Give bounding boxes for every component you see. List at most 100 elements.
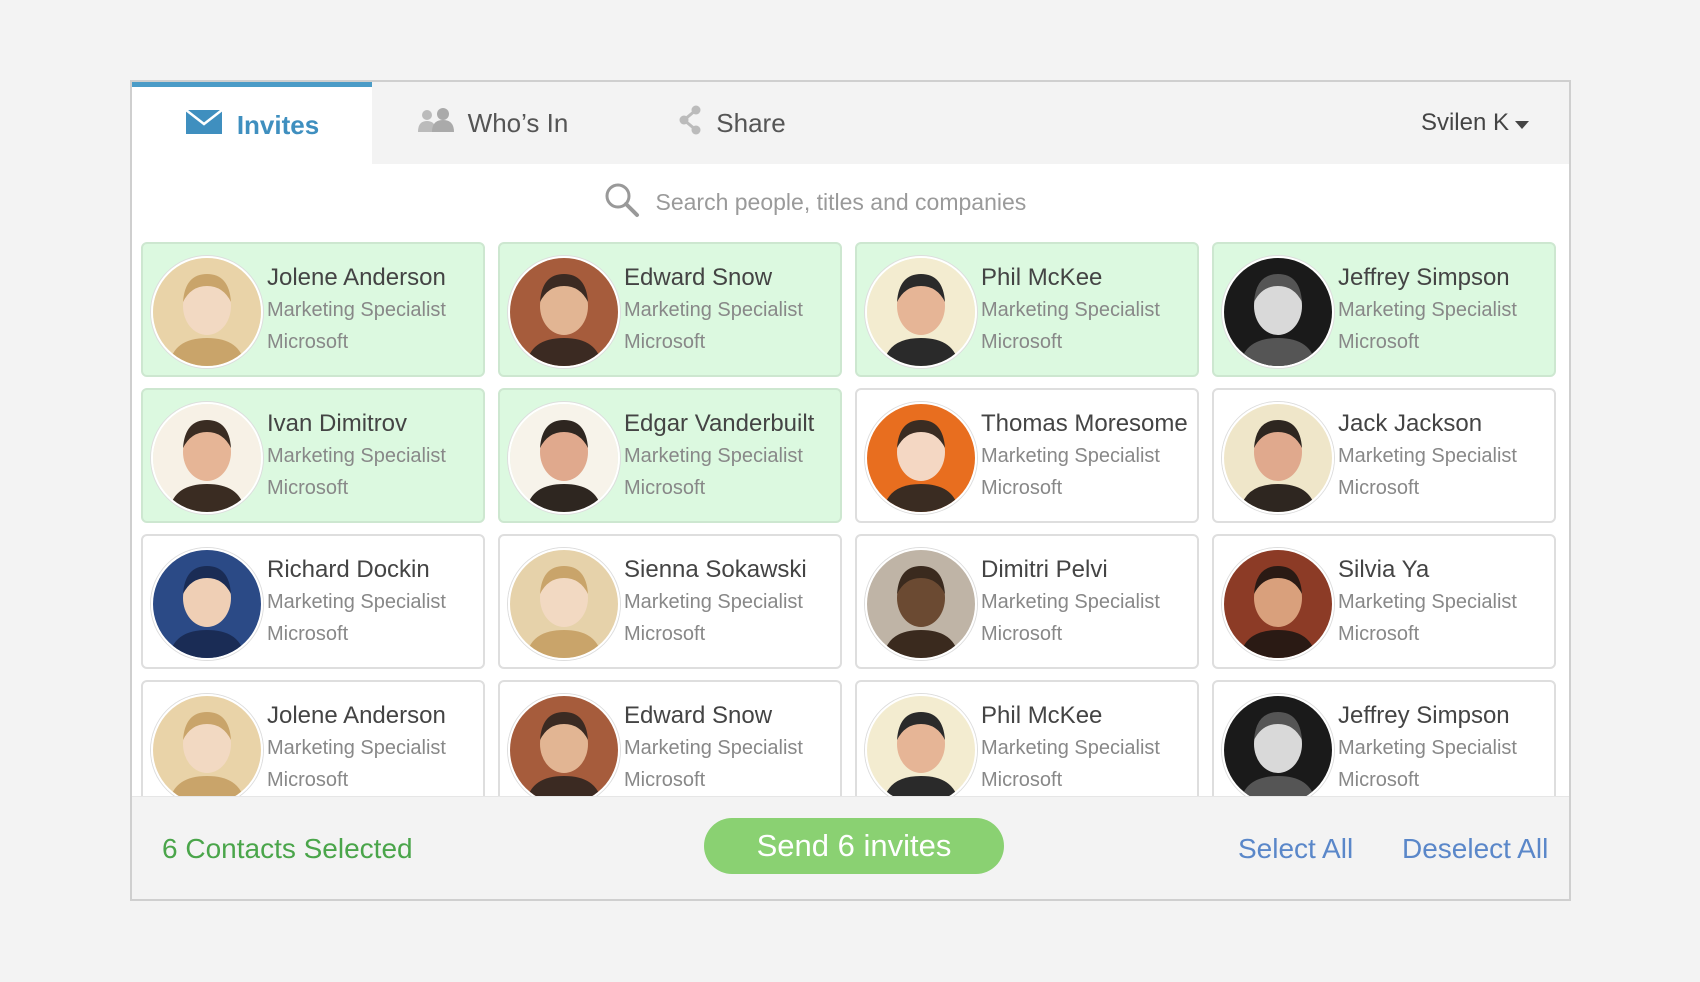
contact-company: Microsoft	[267, 477, 349, 499]
send-invites-button[interactable]: Send 6 invites	[704, 818, 1004, 874]
contact-info: Silvia Ya Marketing Specialist Microsoft	[1338, 554, 1517, 650]
contact-name: Thomas Moresome	[981, 410, 1188, 437]
deselect-all-link[interactable]: Deselect All	[1402, 833, 1548, 865]
contact-title: Marketing Specialist	[1338, 591, 1517, 613]
contact-company: Microsoft	[981, 331, 1063, 353]
avatar	[508, 402, 620, 514]
avatar	[151, 402, 263, 514]
contact-card[interactable]: Richard Dockin Marketing Specialist Micros…	[141, 534, 485, 669]
contact-company: Microsoft	[624, 477, 706, 499]
tab-bar: Invites Who’s In Share Svilen K	[132, 82, 1569, 164]
contact-company: Microsoft	[1338, 331, 1420, 353]
contact-title: Marketing Specialist	[981, 299, 1160, 321]
contact-info: Edgar Vanderbuilt Marketing Specialist Mic…	[624, 408, 814, 504]
selected-count: 6 Contacts Selected	[162, 833, 413, 864]
contact-card[interactable]: Phil McKee Marketing Specialist Microsoft	[855, 242, 1199, 377]
contact-card[interactable]: Jeffrey Simpson Marketing Specialist Micro…	[1212, 242, 1556, 377]
contact-name: Sienna Sokawski	[624, 556, 807, 583]
contact-card[interactable]: Edgar Vanderbuilt Marketing Specialist Mic…	[498, 388, 842, 523]
contact-card[interactable]: Jeffrey Simpson Marketing Specialist Micro…	[1212, 680, 1556, 802]
share-icon	[678, 105, 702, 142]
contact-card[interactable]: Edward Snow Marketing Specialist Microsoft	[498, 680, 842, 802]
contact-company: Microsoft	[267, 769, 349, 791]
contact-card[interactable]: Jack Jackson Marketing Specialist Microsof…	[1212, 388, 1556, 523]
avatar	[151, 256, 263, 368]
tab-invites[interactable]: Invites	[132, 82, 372, 164]
footer-bar: 6 Contacts Selected Send 6 invites Selec…	[132, 796, 1569, 899]
contact-company: Microsoft	[624, 623, 706, 645]
search-input[interactable]	[653, 187, 1098, 217]
contact-title: Marketing Specialist	[624, 737, 803, 759]
contact-info: Jeffrey Simpson Marketing Specialist Micro…	[1338, 700, 1517, 796]
contact-card[interactable]: Edward Snow Marketing Specialist Microsoft	[498, 242, 842, 377]
contact-name: Richard Dockin	[267, 556, 430, 583]
contact-info: Jolene Anderson Marketing Specialist Micro…	[267, 262, 446, 358]
contact-card[interactable]: Jolene Anderson Marketing Specialist Micro…	[141, 242, 485, 377]
avatar	[508, 548, 620, 660]
contact-name: Edward Snow	[624, 264, 773, 291]
contact-company: Microsoft	[624, 769, 706, 791]
contact-title: Marketing Specialist	[981, 445, 1160, 467]
contact-card[interactable]: Dimitri Pelvi Marketing Specialist Microso…	[855, 534, 1199, 669]
contact-card[interactable]: Silvia Ya Marketing Specialist Microsoft	[1212, 534, 1556, 669]
avatar	[865, 548, 977, 660]
avatar	[865, 256, 977, 368]
contact-title: Marketing Specialist	[1338, 299, 1517, 321]
user-name: Svilen K	[1420, 109, 1509, 136]
contact-company: Microsoft	[1338, 623, 1420, 645]
contact-card[interactable]: Sienna Sokawski Marketing Specialist Micro…	[498, 534, 842, 669]
contact-company: Microsoft	[981, 769, 1063, 791]
user-menu[interactable]: Svilen K	[1421, 82, 1529, 164]
avatar	[508, 694, 620, 802]
contact-card[interactable]: Phil McKee Marketing Specialist Microsoft	[855, 680, 1199, 802]
avatar	[151, 548, 263, 660]
contact-title: Marketing Specialist	[624, 591, 803, 613]
contact-info: Phil McKee Marketing Specialist Microsoft	[981, 262, 1160, 358]
contact-info: Edward Snow Marketing Specialist Microsoft	[624, 700, 803, 796]
contact-title: Marketing Specialist	[981, 737, 1160, 759]
contact-name: Phil McKee	[981, 702, 1103, 729]
contact-company: Microsoft	[981, 477, 1063, 499]
contact-title: Marketing Specialist	[267, 445, 446, 467]
contact-title: Marketing Specialist	[267, 737, 446, 759]
avatar	[1222, 256, 1334, 368]
tab-whos-in[interactable]: Who’s In	[372, 82, 612, 164]
contact-info: Ivan Dimitrov Marketing Specialist Microso…	[267, 408, 446, 504]
invite-panel: Invites Who’s In Share Svilen K Search p…	[130, 80, 1571, 901]
select-all-link[interactable]: Select All	[1238, 833, 1353, 865]
contact-title: Marketing Specialist	[624, 299, 803, 321]
contact-info: Jolene Anderson Marketing Specialist Micro…	[267, 700, 446, 796]
contact-company: Microsoft	[1338, 769, 1420, 791]
avatar	[151, 694, 263, 802]
contact-name: Jeffrey Simpson	[1338, 264, 1510, 291]
avatar	[865, 694, 977, 802]
contact-card[interactable]: Jolene Anderson Marketing Specialist Micro…	[141, 680, 485, 802]
avatar	[1222, 694, 1334, 802]
contact-title: Marketing Specialist	[1338, 737, 1517, 759]
contact-title: Marketing Specialist	[267, 591, 446, 613]
tab-whos-in-label: Who’s In	[467, 107, 569, 138]
contact-info: Dimitri Pelvi Marketing Specialist Microso…	[981, 554, 1160, 650]
contact-title: Marketing Specialist	[981, 591, 1160, 613]
contact-grid: Jolene Anderson Marketing Specialist Micro…	[141, 242, 1561, 802]
search-field[interactable]	[604, 182, 1098, 223]
contact-name: Edward Snow	[624, 702, 773, 729]
contact-name: Ivan Dimitrov	[267, 410, 408, 437]
contact-title: Marketing Specialist	[624, 445, 803, 467]
tab-invites-label: Invites	[236, 110, 320, 140]
avatar	[1222, 548, 1334, 660]
contact-name: Jack Jackson	[1338, 410, 1483, 437]
contact-info: Edward Snow Marketing Specialist Microsoft	[624, 262, 803, 358]
contact-company: Microsoft	[981, 623, 1063, 645]
contact-name: Dimitri Pelvi	[981, 556, 1108, 583]
contact-info: Jack Jackson Marketing Specialist Microsof…	[1338, 408, 1517, 504]
contact-card[interactable]: Thomas Moresome Marketing Specialist Micro…	[855, 388, 1199, 523]
avatar	[865, 402, 977, 514]
contact-name: Phil McKee	[981, 264, 1103, 291]
contact-info: Jeffrey Simpson Marketing Specialist Micro…	[1338, 262, 1517, 358]
contact-name: Edgar Vanderbuilt	[624, 410, 815, 437]
contact-name: Jolene Anderson	[267, 702, 446, 729]
tab-share[interactable]: Share	[612, 82, 852, 164]
people-icon	[416, 107, 454, 140]
contact-card[interactable]: Ivan Dimitrov Marketing Specialist Microso…	[141, 388, 485, 523]
